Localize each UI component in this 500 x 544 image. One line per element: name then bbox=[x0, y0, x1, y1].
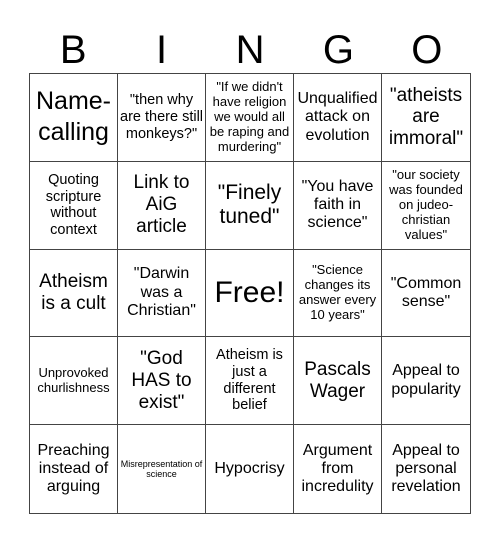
bingo-cell[interactable]: Unqualified attack on evolution bbox=[294, 74, 382, 162]
bingo-cell[interactable]: "If we didn't have religion we would all… bbox=[206, 74, 294, 162]
header-letter-n: N bbox=[235, 28, 265, 72]
header-letter-o: O bbox=[411, 28, 443, 72]
bingo-cell[interactable]: Argument from incredulity bbox=[294, 425, 382, 513]
bingo-cell[interactable]: Pascals Wager bbox=[294, 337, 382, 426]
bingo-cell[interactable]: "then why are there still monkeys?" bbox=[118, 74, 206, 162]
header-letter-b: B bbox=[59, 28, 87, 72]
bingo-cell[interactable]: "Darwin was a Christian" bbox=[118, 249, 206, 338]
bingo-cell[interactable]: "Science changes its answer every 10 yea… bbox=[294, 249, 382, 338]
bingo-header: B I N G O bbox=[29, 28, 471, 72]
bingo-cell[interactable]: "Common sense" bbox=[382, 250, 470, 338]
bingo-cell[interactable]: "atheists are immoral" bbox=[382, 74, 470, 162]
bingo-cell[interactable]: "You have faith in science" bbox=[294, 161, 382, 250]
bingo-cell[interactable]: Atheism is just a different belief bbox=[206, 337, 294, 426]
bingo-cell[interactable]: Misrepresentation of science bbox=[118, 425, 206, 513]
bingo-card: Name-calling "then why are there still m… bbox=[29, 73, 471, 514]
bingo-cell[interactable]: "Finely tuned" bbox=[206, 161, 294, 250]
bingo-cell[interactable]: Atheism is a cult bbox=[30, 249, 118, 338]
bingo-cell[interactable]: Quoting scripture without context bbox=[30, 161, 118, 250]
bingo-cell[interactable]: Name-calling bbox=[30, 74, 118, 162]
bingo-cell-free[interactable]: Free! bbox=[206, 249, 294, 338]
header-letter-g: G bbox=[322, 28, 354, 72]
bingo-cell[interactable]: Hypocrisy bbox=[206, 425, 294, 513]
bingo-cell[interactable]: Preaching instead of arguing bbox=[30, 425, 118, 513]
bingo-cell[interactable]: Link to AiG article bbox=[118, 161, 206, 250]
bingo-cell[interactable]: Appeal to popularity bbox=[382, 337, 470, 426]
bingo-cell[interactable]: "God HAS to exist" bbox=[118, 337, 206, 426]
bingo-cell[interactable]: Unprovoked churlishness bbox=[30, 337, 118, 426]
bingo-cell[interactable]: "our society was founded on judeo-christ… bbox=[382, 162, 470, 250]
bingo-cell[interactable]: Appeal to personal revelation bbox=[382, 425, 470, 513]
header-letter-i: I bbox=[156, 28, 168, 72]
